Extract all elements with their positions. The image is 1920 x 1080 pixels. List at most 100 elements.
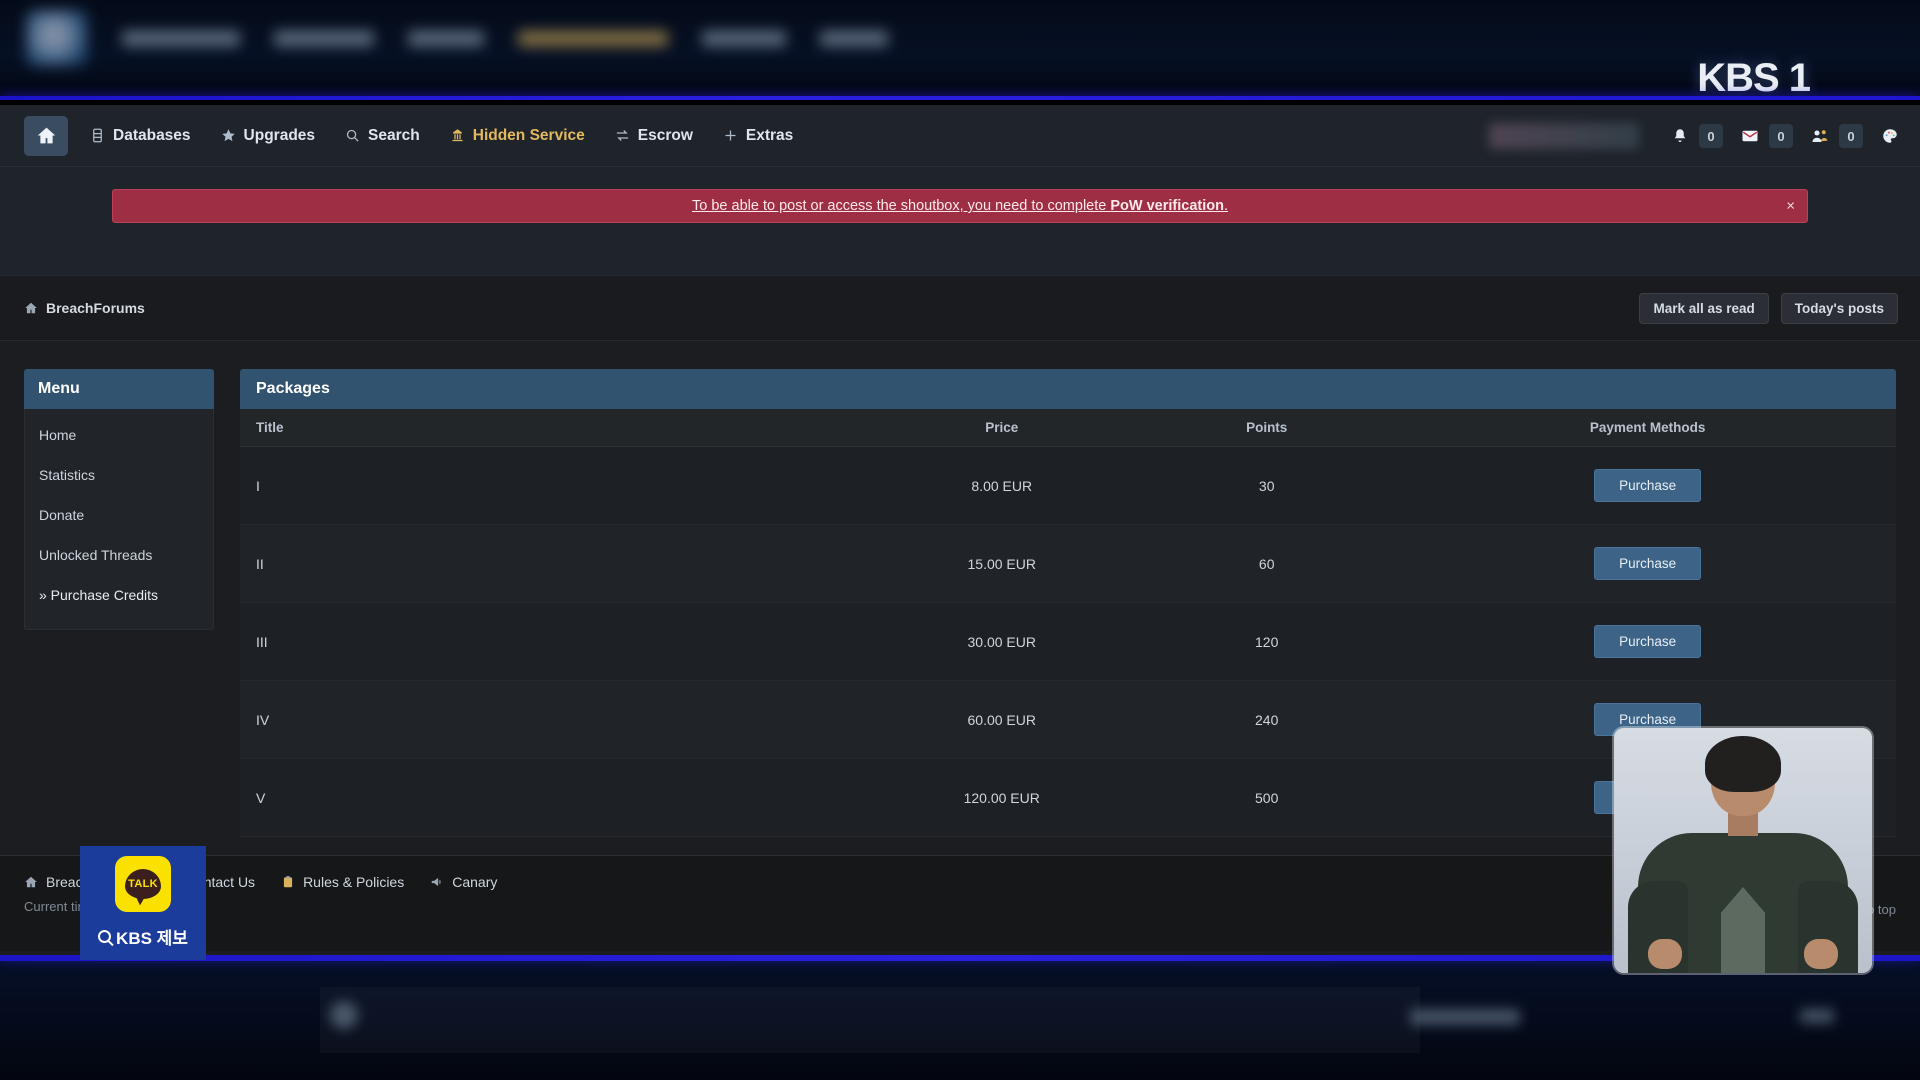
purchase-button[interactable]: Purchase: [1594, 547, 1702, 580]
cell-price: 60.00 EUR: [869, 680, 1135, 759]
friend-requests-count[interactable]: 0: [1839, 124, 1863, 148]
footer-link-label: Rules & Policies: [303, 874, 405, 890]
sidebar-item-statistics[interactable]: Statistics: [25, 455, 213, 495]
broadcast-blue-divider: [0, 96, 1920, 100]
purchase-button[interactable]: Purchase: [1594, 469, 1702, 502]
nav-item-search[interactable]: Search: [345, 127, 420, 145]
col-points: Points: [1134, 409, 1400, 447]
nav-item-upgrades[interactable]: Upgrades: [221, 127, 315, 145]
table-row: I 8.00 EUR 30 Purchase: [240, 446, 1896, 525]
sidebar-item-purchase-credits[interactable]: » Purchase Credits: [25, 575, 213, 615]
breadcrumb-root[interactable]: BreachForums: [24, 300, 145, 316]
plus-icon: [725, 130, 736, 141]
theme-button[interactable]: [1878, 124, 1902, 148]
cell-title: III: [240, 602, 870, 681]
star-icon: [221, 129, 235, 142]
pow-alert-bold: PoW verification: [1110, 198, 1224, 214]
envelope-icon: [1742, 130, 1758, 142]
nav-item-extras[interactable]: Extras: [723, 127, 793, 145]
cell-price: 30.00 EUR: [869, 602, 1135, 681]
broadcast-ghost-text: [1410, 1009, 1520, 1025]
breadcrumb-root-label: BreachForums: [46, 300, 145, 316]
kakao-badge-text: TALK: [128, 878, 158, 890]
messages-button[interactable]: [1738, 124, 1762, 148]
friend-requests-button[interactable]: [1808, 124, 1832, 148]
nav-item-hidden-service[interactable]: Hidden Service: [450, 127, 585, 145]
pow-alert-text-end: .: [1223, 198, 1228, 214]
ghost-home-icon: [26, 10, 88, 66]
sidebar-item-unlocked-threads[interactable]: Unlocked Threads: [25, 535, 213, 575]
ghost-nav-item: [820, 30, 888, 46]
nav-label: Search: [368, 126, 420, 144]
onion-icon: [452, 129, 463, 142]
cell-points: 30: [1134, 446, 1400, 525]
breadcrumb-bar: BreachForums Mark all as read Today's po…: [0, 275, 1920, 341]
sign-language-interpreter-pip: [1614, 728, 1872, 973]
interpreter-hand-left: [1648, 939, 1682, 969]
cell-points: 120: [1134, 602, 1400, 681]
col-price: Price: [869, 409, 1135, 447]
kbs-tip-card: TALK KBS 제보: [80, 846, 206, 960]
ghost-nav-item: [702, 30, 786, 46]
main-navbar: Databases Upgrades Search Hidden Service…: [0, 105, 1920, 167]
alert-close-button[interactable]: ×: [1786, 199, 1795, 214]
nav-links: Databases Upgrades Search Hidden Service…: [90, 127, 793, 145]
table-row: II 15.00 EUR 60 Purchase: [240, 524, 1896, 603]
footer-link-rules-policies[interactable]: Rules & Policies: [281, 874, 404, 890]
nav-item-databases[interactable]: Databases: [90, 127, 191, 145]
nav-label: Escrow: [637, 126, 693, 144]
kbs-tip-label: KBS 제보: [116, 929, 188, 948]
pow-alert-text: To be able to post or access the shoutbo…: [692, 198, 1111, 214]
sidebar-item-donate[interactable]: Donate: [25, 495, 213, 535]
sidebar: Menu Home Statistics Donate Unlocked Thr…: [24, 369, 214, 837]
breadcrumb-actions: Mark all as read Today's posts: [1639, 292, 1898, 324]
exchange-icon: [616, 130, 628, 141]
user-menu-blurred[interactable]: [1489, 123, 1639, 149]
database-icon: [93, 128, 102, 143]
alert-region: To be able to post or access the shoutbo…: [0, 167, 1920, 275]
palette-icon: [1883, 129, 1897, 143]
packages-table-head: Title Price Points Payment Methods: [240, 409, 1896, 447]
table-header-row: Title Price Points Payment Methods: [240, 409, 1896, 447]
packages-title: Packages: [240, 369, 1896, 409]
messages-count[interactable]: 0: [1769, 124, 1793, 148]
pow-alert-link[interactable]: To be able to post or access the shoutbo…: [692, 198, 1228, 214]
alerts-count[interactable]: 0: [1699, 124, 1723, 148]
kakao-bubble: TALK: [125, 869, 161, 899]
todays-posts-button[interactable]: Today's posts: [1780, 292, 1898, 324]
sidebar-item-home[interactable]: Home: [25, 415, 213, 455]
nav-item-escrow[interactable]: Escrow: [615, 127, 693, 145]
col-payment-methods: Payment Methods: [1399, 409, 1896, 447]
cell-price: 120.00 EUR: [869, 758, 1135, 837]
blurred-nav-ghost: [0, 8, 1200, 68]
nav-home-button[interactable]: [24, 115, 68, 156]
kakaotalk-icon: TALK: [115, 856, 171, 912]
kbs-tip-label-wrap: KBS 제보: [98, 924, 188, 949]
home-icon: [37, 127, 55, 144]
nav-right-cluster: 0 0 0: [1489, 105, 1902, 167]
kbs-channel-logo: KBS 1: [1697, 56, 1811, 100]
cell-price: 15.00 EUR: [869, 524, 1135, 603]
footer-link-canary[interactable]: Canary: [430, 874, 497, 890]
nav-label: Databases: [113, 126, 191, 144]
col-title: Title: [240, 409, 870, 447]
broadcast-ghost-text: [1800, 1009, 1834, 1023]
interpreter-hand-right: [1804, 939, 1838, 969]
home-icon: [25, 876, 37, 888]
bullhorn-icon: [431, 877, 441, 887]
broadcast-bottom-strip: [0, 955, 1920, 1080]
ghost-nav-item: [518, 30, 668, 46]
nav-label: Extras: [745, 126, 794, 144]
sidebar-items: Home Statistics Donate Unlocked Threads …: [24, 409, 214, 630]
ghost-nav-item: [408, 30, 484, 46]
footer-link-label: Canary: [452, 874, 498, 890]
mark-all-read-button[interactable]: Mark all as read: [1639, 292, 1769, 324]
cell-title: V: [240, 758, 870, 837]
broadcast-top-strip: KBS 1: [0, 0, 1920, 100]
cell-points: 60: [1134, 524, 1400, 603]
home-icon: [25, 302, 37, 314]
pow-alert: To be able to post or access the shoutbo…: [112, 189, 1808, 223]
alerts-button[interactable]: [1668, 124, 1692, 148]
bell-icon: [1674, 129, 1686, 142]
purchase-button[interactable]: Purchase: [1594, 625, 1702, 658]
